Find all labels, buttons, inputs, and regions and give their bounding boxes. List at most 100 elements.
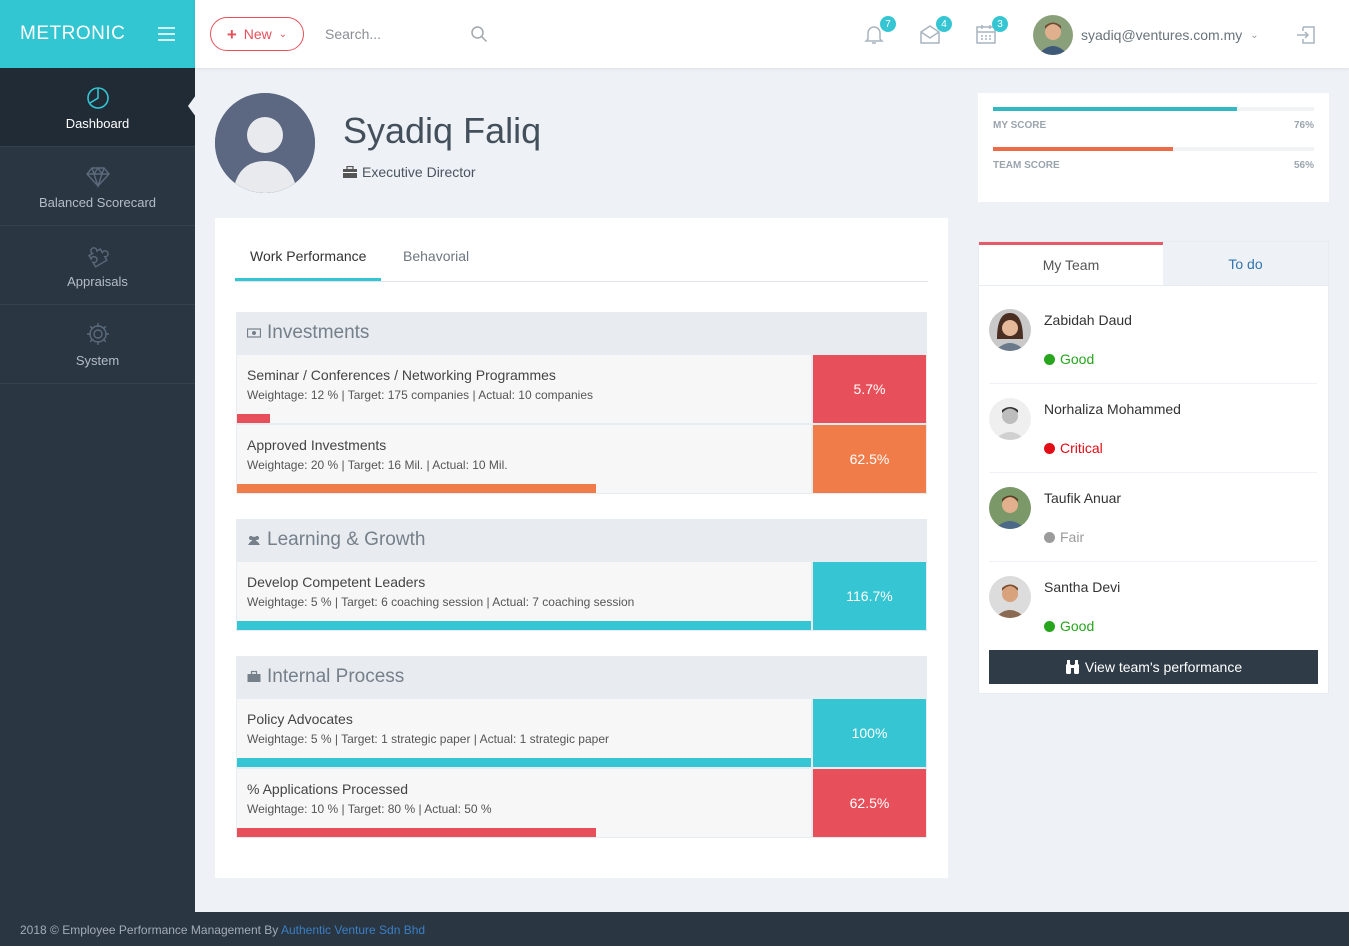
- kpi-subtitle: Weightage: 10 % | Target: 80 % | Actual:…: [247, 802, 492, 816]
- inbox-button[interactable]: 4: [918, 16, 952, 46]
- kpi-subtitle: Weightage: 5 % | Target: 1 strategic pap…: [247, 732, 609, 746]
- new-button[interactable]: + New ⌄: [210, 17, 304, 51]
- category-header: Learning & Growth: [237, 520, 926, 560]
- kpi-row[interactable]: % Applications Processed Weightage: 10 %…: [237, 767, 926, 837]
- my-score-label: MY SCORE: [993, 120, 1047, 131]
- category-investments: Investments Seminar / Conferences / Netw…: [236, 312, 927, 494]
- team-score-track: [993, 147, 1314, 151]
- kpi-details: Develop Competent Leaders Weightage: 5 %…: [237, 562, 813, 630]
- tab-my-team[interactable]: My Team: [979, 242, 1163, 285]
- kpi-progress-bar: [237, 484, 596, 493]
- view-team-performance-label: View team's performance: [1084, 659, 1243, 675]
- team-panel: My Team To do Zabidah Daud Good Norhaliz…: [978, 241, 1329, 694]
- kpi-title: Approved Investments: [247, 437, 387, 453]
- kpi-score: 116.7%: [813, 562, 926, 630]
- notifications-button[interactable]: 7: [862, 16, 896, 46]
- chevron-down-icon: ⌄: [278, 28, 288, 40]
- status-dot: [1044, 353, 1055, 365]
- footer-company-link[interactable]: Authentic Venture Sdn Bhd: [281, 923, 425, 937]
- kpi-subtitle: Weightage: 12 % | Target: 175 companies …: [247, 388, 594, 402]
- sidebar-item-label: Appraisals: [67, 273, 128, 289]
- kpi-details: Approved Investments Weightage: 20 % | T…: [237, 425, 813, 493]
- sidebar-item-label: Dashboard: [65, 115, 130, 131]
- sidebar-item-dashboard[interactable]: Dashboard: [0, 68, 196, 147]
- sidebar: METRONIC Dashboard Balanced Scorecard Ap…: [0, 0, 196, 912]
- kpi-title: Develop Competent Leaders: [247, 574, 426, 590]
- new-button-label: New: [243, 26, 272, 42]
- member-status: Critical: [1044, 440, 1103, 456]
- calendar-button[interactable]: 3: [974, 16, 1008, 46]
- member-name: Taufik Anuar: [1044, 490, 1122, 506]
- brand-logo[interactable]: METRONIC: [20, 23, 125, 45]
- kpi-progress-bar: [237, 414, 270, 423]
- money-icon: [247, 328, 261, 338]
- member-status: Good: [1044, 618, 1094, 634]
- category-title: Investments: [267, 322, 370, 343]
- pie-chart-icon: [86, 86, 109, 109]
- footer-text: 2018 © Employee Performance Management B…: [20, 923, 281, 937]
- sidebar-item-balanced-scorecard[interactable]: Balanced Scorecard: [0, 147, 195, 226]
- kpi-title: Seminar / Conferences / Networking Progr…: [247, 367, 556, 383]
- menu-toggle-icon[interactable]: [158, 27, 175, 41]
- sidebar-item-system[interactable]: System: [0, 305, 195, 384]
- team-tabs: My Team To do: [979, 242, 1328, 286]
- sidebar-item-appraisals[interactable]: Appraisals: [0, 226, 195, 305]
- team-member[interactable]: Taufik Anuar Fair: [989, 473, 1317, 562]
- kpi-progress-bar: [237, 758, 811, 767]
- kpi-score: 62.5%: [813, 425, 926, 493]
- kpi-subtitle: Weightage: 20 % | Target: 16 Mil. | Actu…: [247, 458, 508, 472]
- avatar: [989, 487, 1031, 529]
- status-dot: [1044, 442, 1055, 454]
- profile-role: Executive Director: [343, 164, 476, 180]
- profile-role-label: Executive Director: [362, 164, 476, 180]
- kpi-details: % Applications Processed Weightage: 10 %…: [237, 769, 813, 837]
- kpi-details: Policy Advocates Weightage: 5 % | Target…: [237, 699, 813, 767]
- tab-work-performance[interactable]: Work Performance: [235, 240, 382, 281]
- my-score-value: 76%: [1293, 120, 1314, 131]
- calendar-badge: 3: [992, 16, 1008, 32]
- avatar: [989, 576, 1031, 618]
- kpi-details: Seminar / Conferences / Networking Progr…: [237, 355, 813, 423]
- category-title: Learning & Growth: [267, 529, 426, 550]
- member-name: Zabidah Daud: [1044, 312, 1132, 328]
- team-score: TEAM SCORE 56%: [993, 147, 1314, 171]
- status-label: Good: [1060, 351, 1095, 367]
- team-member[interactable]: Zabidah Daud Good: [989, 295, 1317, 384]
- tab-todo[interactable]: To do: [1163, 242, 1328, 285]
- user-menu[interactable]: syadiq@ventures.com.my ⌄: [1033, 15, 1259, 55]
- member-status: Good: [1044, 351, 1094, 367]
- sidebar-item-label: Balanced Scorecard: [38, 194, 157, 210]
- kpi-score: 100%: [813, 699, 926, 767]
- my-score-bar: [993, 107, 1237, 111]
- notifications-badge: 7: [880, 16, 896, 32]
- avatar: [1033, 15, 1073, 55]
- kpi-row[interactable]: Policy Advocates Weightage: 5 % | Target…: [237, 697, 926, 767]
- kpi-title: Policy Advocates: [247, 711, 353, 727]
- view-team-performance-button[interactable]: View team's performance: [989, 650, 1318, 684]
- team-score-label: TEAM SCORE: [993, 160, 1060, 171]
- kpi-row[interactable]: Develop Competent Leaders Weightage: 5 %…: [237, 560, 926, 630]
- kpi-row[interactable]: Seminar / Conferences / Networking Progr…: [237, 353, 926, 423]
- plus-icon: +: [226, 24, 237, 44]
- kpi-progress-bar: [237, 828, 596, 837]
- search-icon[interactable]: [470, 25, 488, 43]
- binoculars-icon: [1065, 660, 1079, 674]
- member-name: Santha Devi: [1044, 579, 1121, 595]
- kpi-subtitle: Weightage: 5 % | Target: 6 coaching sess…: [247, 595, 635, 609]
- kpi-row[interactable]: Approved Investments Weightage: 20 % | T…: [237, 423, 926, 493]
- team-member[interactable]: Norhaliza Mohammed Critical: [989, 384, 1317, 473]
- profile-name: Syadiq Faliq: [343, 110, 542, 151]
- kpi-progress-bar: [237, 621, 811, 630]
- status-dot: [1044, 531, 1055, 543]
- category-internal-process: Internal Process Policy Advocates Weight…: [236, 656, 927, 838]
- top-bar: + New ⌄ 7 4 3 syadiq@ventures.com.my ⌄: [195, 0, 1349, 68]
- team-member[interactable]: Santha Devi Good: [989, 562, 1317, 651]
- category-title: Internal Process: [267, 666, 405, 687]
- status-label: Good: [1060, 618, 1095, 634]
- puzzle-icon: [87, 246, 109, 268]
- status-label: Critical: [1060, 440, 1103, 456]
- tab-behavioral[interactable]: Behavorial: [388, 240, 484, 282]
- logout-icon[interactable]: [1295, 24, 1317, 46]
- briefcase-icon: [247, 670, 261, 682]
- user-email: syadiq@ventures.com.my: [1081, 27, 1243, 43]
